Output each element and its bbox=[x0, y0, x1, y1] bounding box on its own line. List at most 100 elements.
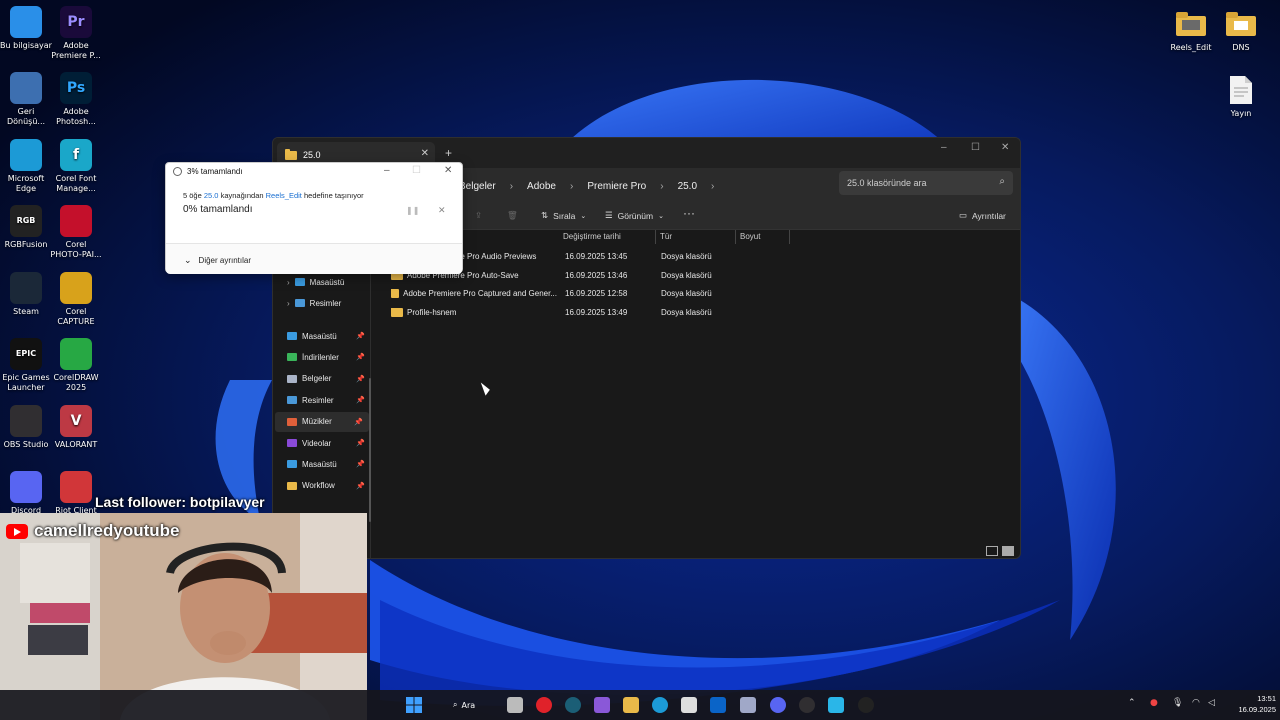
delete-icon[interactable]: 🗑 bbox=[507, 210, 518, 221]
taskbar-clock[interactable]: 13:51 16.09.2025 bbox=[1222, 693, 1276, 715]
taskbar-search-label: Ara bbox=[461, 700, 476, 710]
desktop-icon[interactable]: Microsoft Edge bbox=[0, 139, 52, 194]
nav-quick-item[interactable]: Masaüstü 📌 bbox=[287, 454, 371, 474]
desktop-icon-dns[interactable]: DNS bbox=[1215, 8, 1267, 53]
windows-start-icon[interactable] bbox=[406, 697, 422, 713]
security-icon[interactable]: ● bbox=[1150, 698, 1158, 708]
add-tab-icon[interactable]: + bbox=[445, 146, 452, 160]
desktop-icon[interactable]: RGB RGBFusion bbox=[0, 205, 52, 250]
close-icon[interactable]: ✕ bbox=[421, 148, 429, 159]
pause-icon[interactable]: ❚❚ bbox=[406, 206, 419, 215]
nav-quick-item[interactable]: Belgeler 📌 bbox=[287, 369, 371, 389]
chevron-right-icon[interactable]: › bbox=[711, 181, 714, 192]
store-icon[interactable] bbox=[681, 697, 697, 713]
desktop-icon-yayin[interactable]: Yayın bbox=[1215, 74, 1267, 119]
share-icon[interactable]: ⇪ bbox=[475, 210, 482, 221]
outlook-icon[interactable] bbox=[710, 697, 726, 713]
microphone-icon[interactable]: 🎙 bbox=[1172, 698, 1183, 708]
column-divider[interactable] bbox=[655, 230, 656, 244]
opera-icon[interactable] bbox=[536, 697, 552, 713]
source-link[interactable]: 25.0 bbox=[204, 191, 219, 200]
file-name-cell: Profile-hsnem bbox=[391, 308, 557, 318]
nav-tree-item-resimler[interactable]: › Resimler bbox=[287, 293, 371, 313]
nav-quick-item[interactable]: Workflow 📌 bbox=[287, 476, 371, 496]
view-label: Görünüm bbox=[617, 210, 654, 221]
youtube-icon bbox=[6, 523, 28, 539]
logitech-icon[interactable] bbox=[858, 697, 874, 713]
nav-quick-item[interactable]: Masaüstü 📌 bbox=[287, 326, 371, 346]
destination-link[interactable]: Reels_Edit bbox=[266, 191, 302, 200]
discord-taskbar-icon[interactable] bbox=[770, 697, 786, 713]
breadcrumb-item[interactable]: 25.0 bbox=[678, 181, 697, 192]
column-divider[interactable] bbox=[789, 230, 790, 244]
cancel-icon[interactable]: ✕ bbox=[438, 205, 446, 216]
desktop-icon[interactable]: EPIC Epic Games Launcher bbox=[0, 338, 52, 393]
clock-time: 13:51 bbox=[1257, 694, 1276, 703]
task-view-icon[interactable] bbox=[507, 697, 523, 713]
column-header-size[interactable]: Boyut bbox=[740, 232, 760, 241]
sort-button[interactable]: ⇅ Sırala ⌄ bbox=[541, 210, 586, 221]
wifi-icon[interactable]: ◠ bbox=[1192, 698, 1200, 708]
details-pane-button[interactable]: ▭ Ayrıntılar bbox=[959, 210, 1006, 221]
channel-name: camellredyoutube bbox=[34, 521, 180, 540]
widgets-icon[interactable] bbox=[594, 697, 610, 713]
file-name-cell: Adobe Premiere Pro Captured and Gener... bbox=[391, 289, 557, 299]
dialog-title: 3% tamamlandı bbox=[173, 167, 243, 176]
nav-item-label: İndirilenler bbox=[302, 352, 339, 362]
breadcrumb-item[interactable]: Premiere Pro bbox=[587, 181, 646, 192]
nav-quick-item[interactable]: İndirilenler 📌 bbox=[287, 347, 371, 367]
more-details-button[interactable]: ⌄ Diğer ayrıntılar bbox=[184, 255, 251, 266]
desktop-icon[interactable]: Discord bbox=[0, 471, 52, 516]
desktop-icon[interactable]: f Corel Font Manage... bbox=[50, 139, 102, 194]
desktop-icon[interactable]: Bu bilgisayar bbox=[0, 6, 52, 51]
file-row[interactable]: Profile-hsnem 16.09.2025 13:49 Dosya klasö… bbox=[385, 304, 745, 322]
desktop-icon[interactable]: CorelDRAW 2025 bbox=[50, 338, 102, 393]
opera-gx-icon[interactable] bbox=[565, 697, 581, 713]
notepad-icon[interactable] bbox=[828, 697, 844, 713]
file-explorer-taskbar-icon[interactable] bbox=[623, 697, 639, 713]
edge-taskbar-icon[interactable] bbox=[652, 697, 668, 713]
chevron-right-icon: › bbox=[287, 298, 290, 308]
nav-quick-item[interactable]: Müzikler 📌 bbox=[275, 411, 369, 432]
desktop-icon[interactable]: Corel PHOTO-PAI... bbox=[50, 205, 102, 260]
tiles-view-icon[interactable] bbox=[1002, 546, 1014, 556]
more-options-icon[interactable]: ··· bbox=[683, 206, 695, 220]
volume-icon[interactable]: ◁ bbox=[1208, 698, 1215, 708]
riot-icon bbox=[60, 471, 92, 503]
nav-scrollbar[interactable] bbox=[369, 378, 371, 522]
file-row[interactable]: Adobe Premiere Pro Captured and Gener...… bbox=[385, 285, 745, 303]
close-window-icon[interactable]: ✕ bbox=[1001, 142, 1009, 153]
search-input[interactable]: 25.0 klasöründe ara ⌕ bbox=[839, 171, 1013, 195]
column-header-type[interactable]: Tür bbox=[660, 232, 672, 241]
minimize-icon[interactable]: – bbox=[941, 142, 947, 153]
breadcrumb[interactable]: Belgeler › Adobe › Premiere Pro › 25.0 › bbox=[459, 174, 714, 198]
breadcrumb-item[interactable]: Adobe bbox=[527, 181, 556, 192]
settings-taskbar-icon[interactable] bbox=[740, 697, 756, 713]
desktop-icon-reels-edit[interactable]: Reels_Edit bbox=[1165, 8, 1217, 53]
desktop-icon[interactable]: V VALORANT bbox=[50, 405, 102, 450]
minimize-icon[interactable]: – bbox=[384, 165, 390, 176]
edge-icon bbox=[10, 139, 42, 171]
close-icon[interactable]: ✕ bbox=[444, 165, 452, 176]
nav-quick-item[interactable]: Resimler 📌 bbox=[287, 390, 371, 410]
valorant-icon: V bbox=[60, 405, 92, 437]
view-button[interactable]: ☰ Görünüm ⌄ bbox=[605, 210, 664, 221]
nav-tree-item-masaustu[interactable]: › Masaüstü bbox=[287, 272, 371, 292]
column-header-date[interactable]: Değiştirme tarihi bbox=[563, 232, 621, 241]
breadcrumb-item[interactable]: Belgeler bbox=[459, 181, 496, 192]
details-view-icon[interactable] bbox=[986, 546, 998, 556]
desktop-icon[interactable]: OBS Studio bbox=[0, 405, 52, 450]
desktop-icon-label: Adobe Premiere P... bbox=[51, 41, 101, 60]
nav-quick-item[interactable]: Videolar 📌 bbox=[287, 433, 371, 453]
desktop-icon[interactable]: Geri Dönüşü... bbox=[0, 72, 52, 127]
taskbar-search-button[interactable]: ⌕ Ara bbox=[447, 696, 499, 714]
maximize-icon[interactable]: ☐ bbox=[971, 142, 980, 153]
desktop-icon[interactable]: Corel CAPTURE bbox=[50, 272, 102, 327]
column-divider[interactable] bbox=[735, 230, 736, 244]
quick-access-folder-icon bbox=[287, 332, 297, 340]
desktop-icon[interactable]: Ps Adobe Photosh... bbox=[50, 72, 102, 127]
obs-taskbar-icon[interactable] bbox=[799, 697, 815, 713]
desktop-icon[interactable]: Steam bbox=[0, 272, 52, 317]
chevron-up-icon[interactable]: ⌃ bbox=[1128, 698, 1136, 708]
desktop-icon[interactable]: Pr Adobe Premiere P... bbox=[50, 6, 102, 61]
